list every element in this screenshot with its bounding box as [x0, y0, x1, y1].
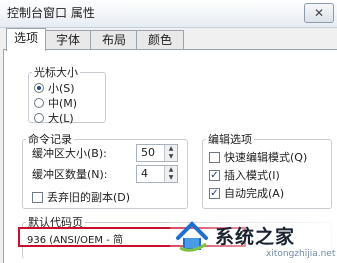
house-logo-icon [176, 221, 208, 252]
radio-cursor-medium[interactable]: 中(M) [34, 95, 77, 111]
buffer-count-label: 缓冲区数量(N): [32, 166, 108, 182]
codepage-value: 936 (ANSI/OEM - 简 [27, 235, 123, 246]
buffer-size-text: 缓冲区大小(B): [32, 147, 107, 160]
checkbox-label: 快速编辑模式(Q) [224, 151, 308, 164]
stepper-buttons[interactable]: ▲ ▼ [164, 166, 177, 182]
watermark-text: 系统之家 [215, 226, 296, 248]
buffer-count-stepper[interactable]: 4 ▲ ▼ [136, 165, 178, 183]
checkbox-icon [32, 191, 43, 203]
checkbox-icon [209, 151, 220, 163]
checkbox-label: 插入模式(I) [224, 169, 280, 182]
auto-complete-checkbox[interactable]: ✓ 自动完成(A) [209, 185, 284, 201]
radio-icon [34, 113, 44, 123]
discard-duplicates-checkbox[interactable]: 丢弃旧的副本(D) [32, 189, 130, 205]
down-arrow-icon[interactable]: ▼ [165, 153, 177, 161]
radio-label: 中(M) [48, 97, 78, 110]
radio-icon [34, 98, 44, 108]
tab-label: 颜色 [147, 33, 172, 47]
stepper-buttons[interactable]: ▲ ▼ [164, 145, 177, 161]
tab-label: 布局 [101, 33, 126, 47]
checkmark-icon: ✓ [209, 187, 220, 199]
cursor-size-legend: 光标大小 [34, 66, 78, 79]
tab-layout[interactable]: 布局 [90, 30, 138, 50]
tab-label: 字体 [55, 33, 80, 47]
edit-options-legend: 编辑选项 [208, 133, 252, 146]
window-title: 控制台窗口 属性 [7, 6, 95, 20]
buffer-count-value: 4 [141, 167, 148, 180]
watermark-url: xitongzhijia.net [266, 249, 336, 259]
tab-font[interactable]: 字体 [44, 30, 92, 50]
watermark: 系统之家 xitongzhijia.net [170, 216, 337, 263]
tab-options[interactable]: 选项 [6, 28, 46, 51]
buffer-size-label: 缓冲区大小(B): [32, 145, 107, 161]
buffer-size-stepper[interactable]: 50 ▲ ▼ [136, 144, 178, 162]
tab-colors[interactable]: 颜色 [136, 30, 184, 50]
radio-label: 小(S) [48, 82, 75, 95]
up-arrow-icon[interactable]: ▲ [165, 145, 177, 153]
close-button[interactable]: ✕ [304, 3, 334, 23]
tab-label: 选项 [13, 31, 38, 45]
radio-cursor-small[interactable]: 小(S) [34, 80, 75, 96]
insert-mode-checkbox[interactable]: ✓ 插入模式(I) [209, 167, 280, 183]
buffer-size-value: 50 [141, 146, 155, 159]
down-arrow-icon[interactable]: ▼ [165, 174, 177, 182]
checkbox-label: 丢弃旧的副本(D) [47, 191, 131, 204]
title-bar: 控制台窗口 属性 ✕ [0, 0, 337, 28]
radio-selected-icon [34, 83, 44, 93]
checkbox-label: 自动完成(A) [224, 187, 285, 200]
up-arrow-icon[interactable]: ▲ [165, 166, 177, 174]
quick-edit-checkbox[interactable]: 快速编辑模式(Q) [209, 149, 307, 165]
buffer-count-text: 缓冲区数量(N): [32, 168, 108, 181]
checkmark-icon: ✓ [209, 169, 220, 181]
radio-label: 大(L) [48, 112, 74, 125]
close-icon: ✕ [313, 6, 325, 20]
radio-cursor-large[interactable]: 大(L) [34, 110, 74, 126]
